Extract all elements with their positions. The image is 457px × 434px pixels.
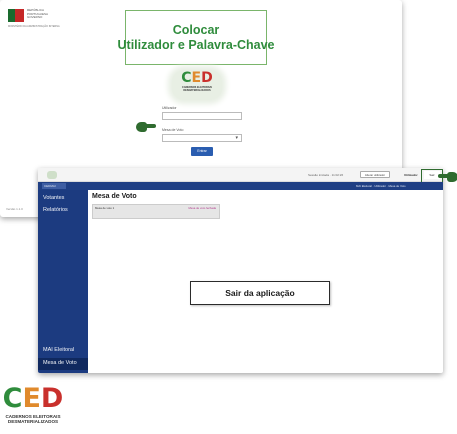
change-user-button[interactable]: Alterar utilizador [360,171,390,178]
ced-logo: C E D CADERNOS ELEITORAIS DESMATERIALIZA… [0,384,66,432]
app-screenshot: Sessão iniciada · 11:02:26 Alterar utili… [38,168,443,373]
sidebar-item-relatorios[interactable]: Relatórios [43,207,68,213]
ced-letter-d: D [40,383,64,414]
government-logo: REPÚBLICA PORTUGUESA GOVERNO MINISTÉRIO … [8,8,68,31]
pointing-hand-icon [438,172,457,182]
sidebar-item-mai-eleitoral[interactable]: MAI Eleitoral [43,347,74,353]
ced-subtitle-2: DESMATERIALIZADOS [7,419,59,425]
navbar-user-info: MAI Eleitoral · Utilizador · Mesa de Vot… [356,184,406,188]
instruction-line-2: Utilizador e Palavra-Chave [117,37,275,52]
pointing-hand-icon [136,122,156,132]
gov-ministry: MINISTÉRIO DA ADMINISTRAÇÃO INTERNA [8,25,60,28]
current-username: Utilizador [404,173,418,177]
login-button[interactable]: Entrar [191,147,213,156]
instruction-line-1: Colocar [172,22,220,37]
navbar-brand[interactable]: CEDMAI [42,183,66,189]
app-header: Sessão iniciada · 11:02:26 Alterar utili… [38,168,443,183]
mesa-label: Mesa de Voto [162,128,184,132]
sidebar-item-votantes[interactable]: Votantes [43,195,64,201]
username-label: Utilizador [162,106,177,110]
page-title: Mesa de Voto [92,193,137,200]
mesa-card-status: Mesa de voto fechada [188,206,216,210]
username-input[interactable] [162,112,242,120]
ced-subtitle-2: DESMATERIALIZADOS [183,89,211,92]
ced-logo-small: C E D CADERNOS ELEITORAIS DESMATERIALIZA… [172,70,222,100]
mesa-card[interactable]: Mesa de voto 1 Mesa de voto fechada [92,204,220,219]
ced-letter-e: E [22,383,41,414]
mesa-select[interactable]: ▾ [162,134,242,142]
ced-letter-d: D [201,70,213,86]
session-status: Sessão iniciada · 11:02:26 [308,173,344,177]
version-footer: Versão 1.1.0 [6,207,23,211]
ced-letter-e: E [191,70,202,86]
ced-letter-c: C [181,70,192,86]
exit-callout: Sair da aplicação [190,281,330,305]
portugal-flag-icon [8,9,24,22]
login-instruction-box: Colocar Utilizador e Palavra-Chave [118,10,275,65]
top-navbar: CEDMAI MAI Eleitoral · Utilizador · Mesa… [38,182,443,190]
sidebar: Votantes Relatórios MAI Eleitoral Mesa d… [38,190,88,373]
ced-letter-c: C [2,383,23,414]
mesa-card-name: Mesa de voto 1 [95,206,115,210]
sidebar-item-mesa-de-voto[interactable]: Mesa de Voto [43,360,77,366]
chevron-down-icon: ▾ [235,135,238,141]
gov-line: GOVERNO [27,15,43,20]
ced-logo-icon [47,171,57,179]
